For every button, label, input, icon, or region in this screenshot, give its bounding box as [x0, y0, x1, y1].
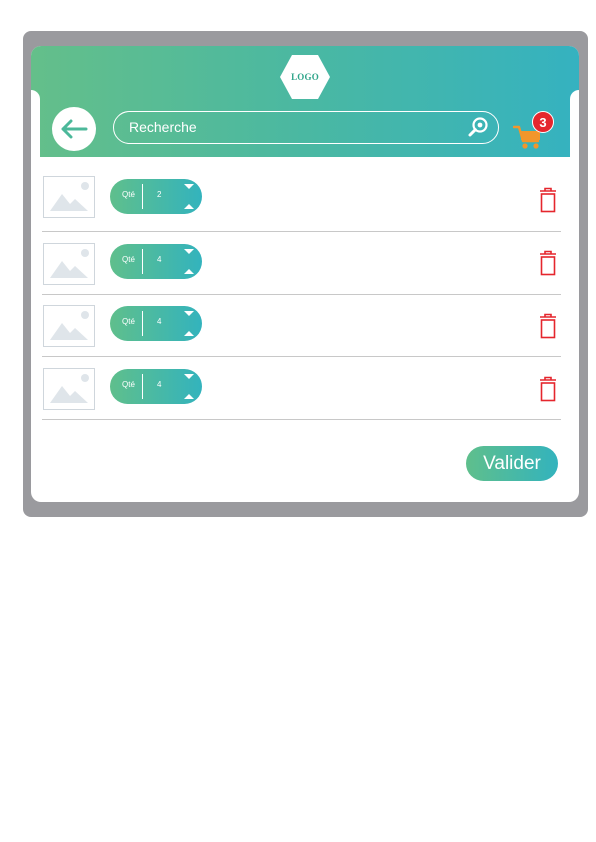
quantity-value: 4	[157, 380, 162, 389]
header-notch-left	[31, 90, 40, 170]
row-divider	[42, 231, 561, 232]
logo: LOGO	[291, 72, 319, 82]
header-notch-right	[570, 90, 579, 170]
chevron-up-icon[interactable]	[182, 328, 196, 338]
device-frame: LOGO 3	[23, 31, 588, 517]
image-placeholder-icon	[43, 243, 95, 285]
quantity-label: Qté	[122, 190, 135, 199]
quantity-label: Qté	[122, 317, 135, 326]
quantity-stepper: Qté 4	[110, 369, 202, 404]
trash-icon[interactable]	[538, 187, 558, 213]
quantity-separator	[142, 249, 143, 274]
search-icon[interactable]	[467, 116, 489, 138]
trash-icon[interactable]	[538, 250, 558, 276]
quantity-separator	[142, 374, 143, 399]
quantity-stepper: Qté 4	[110, 244, 202, 279]
back-button[interactable]	[52, 107, 96, 151]
cart-item-row: Qté 4	[42, 233, 561, 295]
arrow-left-icon	[61, 119, 88, 139]
quantity-label: Qté	[122, 255, 135, 264]
image-placeholder-icon	[43, 305, 95, 347]
chevron-down-icon[interactable]	[182, 372, 196, 382]
image-placeholder-icon	[43, 368, 95, 410]
quantity-value: 2	[157, 190, 162, 199]
chevron-down-icon[interactable]	[182, 247, 196, 257]
chevron-up-icon[interactable]	[182, 201, 196, 211]
chevron-down-icon[interactable]	[182, 309, 196, 319]
cart-count-badge: 3	[532, 111, 554, 133]
chevron-down-icon[interactable]	[182, 182, 196, 192]
cart-item-row: Qté 4	[42, 295, 561, 357]
row-divider	[42, 356, 561, 357]
trash-icon[interactable]	[538, 376, 558, 402]
quantity-stepper: Qté 4	[110, 306, 202, 341]
row-divider	[42, 419, 561, 420]
quantity-value: 4	[157, 317, 162, 326]
quantity-label: Qté	[122, 380, 135, 389]
quantity-separator	[142, 184, 143, 209]
cart-item-row: Qté 2	[42, 170, 561, 232]
validate-button[interactable]: Valider	[466, 446, 558, 481]
quantity-stepper: Qté 2	[110, 179, 202, 214]
image-placeholder-icon	[43, 176, 95, 218]
chevron-up-icon[interactable]	[182, 391, 196, 401]
chevron-up-icon[interactable]	[182, 266, 196, 276]
search-bar	[113, 111, 499, 144]
header-bar: LOGO 3	[31, 46, 579, 157]
quantity-separator	[142, 311, 143, 336]
quantity-value: 4	[157, 255, 162, 264]
cart-item-row: Qté 4	[42, 358, 561, 420]
search-input[interactable]	[129, 112, 459, 142]
trash-icon[interactable]	[538, 313, 558, 339]
app-screen: LOGO 3	[31, 46, 579, 502]
